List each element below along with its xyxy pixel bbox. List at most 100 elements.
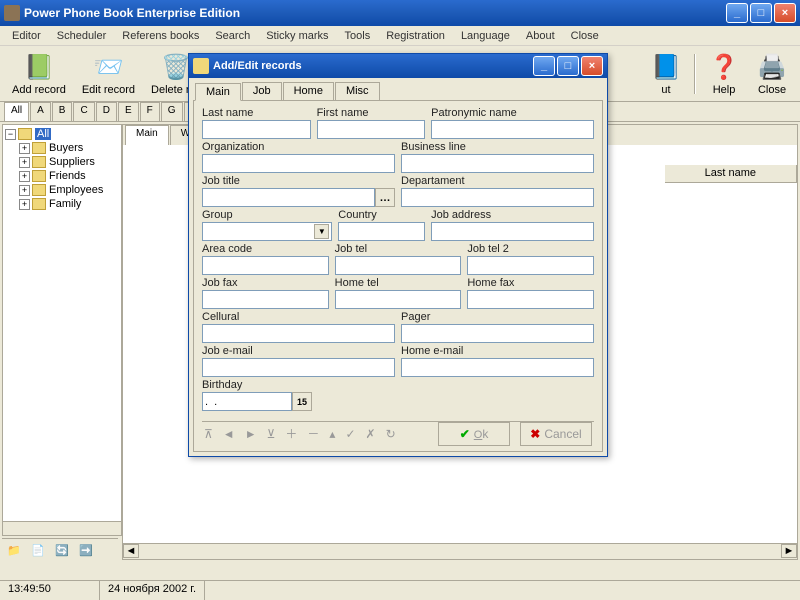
alpha-a[interactable]: A xyxy=(30,102,51,121)
menu-registration[interactable]: Registration xyxy=(378,28,453,44)
nav-next-icon[interactable]: ► xyxy=(245,427,257,441)
expand-icon[interactable]: − xyxy=(5,129,16,140)
ut-icon: 📘 xyxy=(650,51,682,83)
label-department: Departament xyxy=(401,175,594,187)
label-pager: Pager xyxy=(401,311,594,323)
alpha-d[interactable]: D xyxy=(96,102,117,121)
menu-about[interactable]: About xyxy=(518,28,563,44)
input-country[interactable] xyxy=(338,222,425,241)
chevron-down-icon[interactable]: ▼ xyxy=(314,224,329,239)
nav-post-icon[interactable]: ✓ xyxy=(345,427,355,441)
job-title-browse-button[interactable]: … xyxy=(375,188,395,207)
tree-suppliers[interactable]: +Suppliers xyxy=(5,155,119,169)
alpha-e[interactable]: E xyxy=(118,102,139,121)
expand-icon[interactable]: + xyxy=(19,199,30,210)
close-button-toolbar[interactable]: 🖨️Close xyxy=(748,49,796,98)
tree-pane: −All +Buyers +Suppliers +Friends +Employ… xyxy=(2,124,122,536)
input-job-title[interactable] xyxy=(202,188,375,207)
tree-family[interactable]: +Family xyxy=(5,197,119,211)
input-job-email[interactable] xyxy=(202,358,395,377)
tab-main[interactable]: Main xyxy=(195,83,241,101)
input-home-fax[interactable] xyxy=(467,290,594,309)
tree-employees[interactable]: +Employees xyxy=(5,183,119,197)
menu-sticky[interactable]: Sticky marks xyxy=(258,28,336,44)
expand-icon[interactable]: + xyxy=(19,171,30,182)
input-area-code[interactable] xyxy=(202,256,329,275)
tree-scrollbar[interactable] xyxy=(3,521,121,535)
input-business-line[interactable] xyxy=(401,154,594,173)
scroll-left-icon[interactable]: ◄ xyxy=(123,544,139,558)
tab-job[interactable]: Job xyxy=(242,82,282,100)
status-time: 13:49:50 xyxy=(0,581,100,600)
tab-misc[interactable]: Misc xyxy=(335,82,380,100)
scroll-right-icon[interactable]: ► xyxy=(781,544,797,558)
input-job-tel[interactable] xyxy=(335,256,462,275)
tree-btn-3[interactable]: 🔄 xyxy=(52,541,72,561)
alpha-g[interactable]: G xyxy=(161,102,183,121)
input-organization[interactable] xyxy=(202,154,395,173)
edit-record-button[interactable]: 📨Edit record xyxy=(74,49,143,98)
expand-icon[interactable]: + xyxy=(19,143,30,154)
dialog-minimize-button[interactable]: _ xyxy=(533,56,555,76)
nav-prev-icon[interactable]: ◄ xyxy=(223,427,235,441)
input-job-tel2[interactable] xyxy=(467,256,594,275)
ok-button[interactable]: ✔OOkk xyxy=(438,422,510,446)
menu-tools[interactable]: Tools xyxy=(337,28,379,44)
help-button[interactable]: ❓Help xyxy=(700,49,748,98)
cancel-button[interactable]: ✖Cancel xyxy=(520,422,592,446)
input-job-fax[interactable] xyxy=(202,290,329,309)
nav-refresh-icon[interactable]: ↻ xyxy=(386,427,396,441)
menu-close[interactable]: Close xyxy=(563,28,607,44)
dialog-maximize-button[interactable]: □ xyxy=(557,56,579,76)
label-country: Country xyxy=(338,209,425,221)
tree-friends[interactable]: +Friends xyxy=(5,169,119,183)
input-first-name[interactable] xyxy=(317,120,426,139)
input-patronymic[interactable] xyxy=(431,120,594,139)
nav-del-icon[interactable]: － xyxy=(307,425,319,442)
input-pager[interactable] xyxy=(401,324,594,343)
input-job-address[interactable] xyxy=(431,222,594,241)
alpha-all[interactable]: All xyxy=(4,102,29,121)
nav-add-icon[interactable]: ＋ xyxy=(285,425,297,442)
alpha-b[interactable]: B xyxy=(52,102,73,121)
alpha-f[interactable]: F xyxy=(140,102,160,121)
label-patronymic: Patronymic name xyxy=(431,107,594,119)
nav-last-icon[interactable]: ⊻ xyxy=(267,427,276,441)
nav-cancel-icon[interactable]: ✗ xyxy=(366,427,376,441)
menu-editor[interactable]: Editor xyxy=(4,28,49,44)
tree-btn-2[interactable]: 📄 xyxy=(28,541,48,561)
minimize-button[interactable]: _ xyxy=(726,3,748,23)
dialog-close-button[interactable]: × xyxy=(581,56,603,76)
alpha-c[interactable]: C xyxy=(73,102,94,121)
add-record-button[interactable]: 📗Add record xyxy=(4,49,74,98)
input-home-tel[interactable] xyxy=(335,290,462,309)
expand-icon[interactable]: + xyxy=(19,185,30,196)
tab-home[interactable]: Home xyxy=(283,82,334,100)
nav-edit-icon[interactable]: ▴ xyxy=(329,427,335,441)
expand-icon[interactable]: + xyxy=(19,157,30,168)
dialog-titlebar[interactable]: Add/Edit records _ □ × xyxy=(189,54,607,78)
nav-first-icon[interactable]: ⊼ xyxy=(204,427,213,441)
grid-scrollbar[interactable]: ◄ ► xyxy=(123,543,797,559)
birthday-calendar-button[interactable]: 15 xyxy=(292,392,312,411)
input-cellural[interactable] xyxy=(202,324,395,343)
menu-scheduler[interactable]: Scheduler xyxy=(49,28,115,44)
input-last-name[interactable] xyxy=(202,120,311,139)
tree-root[interactable]: −All xyxy=(5,127,119,141)
select-group[interactable]: ▼ xyxy=(202,222,332,241)
menu-language[interactable]: Language xyxy=(453,28,518,44)
tree-buyers[interactable]: +Buyers xyxy=(5,141,119,155)
close-button[interactable]: × xyxy=(774,3,796,23)
input-home-email[interactable] xyxy=(401,358,594,377)
tree-btn-1[interactable]: 📁 xyxy=(4,541,24,561)
grid-col-lastname[interactable]: Last name xyxy=(665,165,797,182)
maximize-button[interactable]: □ xyxy=(750,3,772,23)
input-department[interactable] xyxy=(401,188,594,207)
input-birthday[interactable] xyxy=(202,392,292,411)
grid-tab-main[interactable]: Main xyxy=(125,125,169,145)
ut-button[interactable]: 📘ut xyxy=(642,49,690,98)
status-bar: 13:49:50 24 ноября 2002 г. xyxy=(0,580,800,600)
menu-search[interactable]: Search xyxy=(207,28,258,44)
menu-referens[interactable]: Referens books xyxy=(114,28,207,44)
tree-btn-4[interactable]: ➡️ xyxy=(76,541,96,561)
